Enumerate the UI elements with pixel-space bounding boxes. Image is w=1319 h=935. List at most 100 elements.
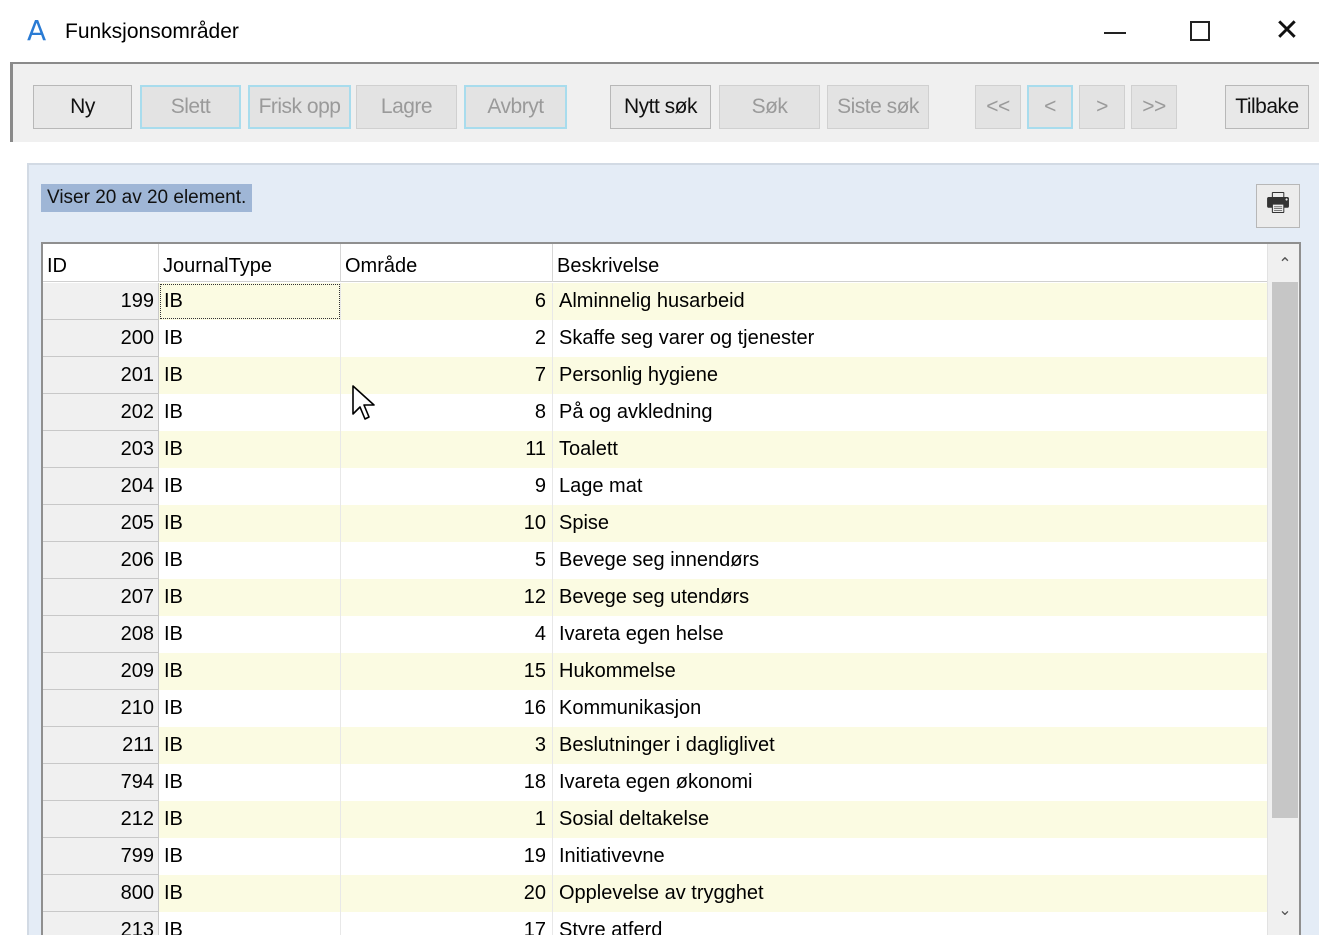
cell-omrade[interactable]: 3 bbox=[341, 727, 553, 764]
table-row[interactable]: 207 IB 12 Bevege seg utendørs bbox=[43, 579, 1267, 616]
delete-button[interactable]: Slett bbox=[140, 85, 241, 129]
cell-id[interactable]: 200 bbox=[43, 320, 159, 357]
cell-beskrivelse[interactable]: Sosial deltakelse bbox=[553, 801, 1267, 838]
cell-omrade[interactable]: 10 bbox=[341, 505, 553, 542]
column-header-id[interactable]: ID bbox=[43, 244, 159, 282]
cell-id[interactable]: 799 bbox=[43, 838, 159, 875]
table-row[interactable]: 800 IB 20 Opplevelse av trygghet bbox=[43, 875, 1267, 912]
cell-omrade[interactable]: 11 bbox=[341, 431, 553, 468]
vertical-scrollbar[interactable]: ⌃ ⌄ bbox=[1267, 244, 1299, 935]
scroll-thumb[interactable] bbox=[1272, 282, 1298, 818]
cell-beskrivelse[interactable]: Toalett bbox=[553, 431, 1267, 468]
new-button[interactable]: Ny bbox=[33, 85, 132, 129]
cell-omrade[interactable]: 1 bbox=[341, 801, 553, 838]
column-header-beskrivelse[interactable]: Beskrivelse bbox=[553, 244, 1267, 282]
cell-journaltype[interactable]: IB bbox=[159, 838, 341, 875]
cell-beskrivelse[interactable]: Lage mat bbox=[553, 468, 1267, 505]
cell-beskrivelse[interactable]: Beslutninger i dagliglivet bbox=[553, 727, 1267, 764]
table-row[interactable]: 208 IB 4 Ivareta egen helse bbox=[43, 616, 1267, 653]
cell-journaltype[interactable]: IB bbox=[159, 468, 341, 505]
cell-journaltype[interactable]: IB bbox=[159, 542, 341, 579]
print-button[interactable]: 🖶 bbox=[1256, 184, 1300, 228]
cell-id[interactable]: 213 bbox=[43, 912, 159, 935]
scroll-up-icon[interactable]: ⌃ bbox=[1268, 246, 1299, 282]
cell-journaltype[interactable]: IB bbox=[159, 283, 341, 320]
table-row[interactable]: 205 IB 10 Spise bbox=[43, 505, 1267, 542]
cell-journaltype[interactable]: IB bbox=[159, 801, 341, 838]
cell-omrade[interactable]: 12 bbox=[341, 579, 553, 616]
cell-id[interactable]: 205 bbox=[43, 505, 159, 542]
save-button[interactable]: Lagre bbox=[356, 85, 457, 129]
cell-journaltype[interactable]: IB bbox=[159, 431, 341, 468]
table-row[interactable]: 799 IB 19 Initiativevne bbox=[43, 838, 1267, 875]
maximize-button[interactable] bbox=[1180, 14, 1220, 48]
cell-beskrivelse[interactable]: Personlig hygiene bbox=[553, 357, 1267, 394]
cell-beskrivelse[interactable]: Styre atferd bbox=[553, 912, 1267, 935]
last-record-button[interactable]: >> bbox=[1131, 85, 1177, 129]
cell-beskrivelse[interactable]: Bevege seg utendørs bbox=[553, 579, 1267, 616]
cell-id[interactable]: 203 bbox=[43, 431, 159, 468]
table-row[interactable]: 210 IB 16 Kommunikasjon bbox=[43, 690, 1267, 727]
close-button[interactable]: ✕ bbox=[1267, 14, 1307, 48]
table-row[interactable]: 213 IB 17 Styre atferd bbox=[43, 912, 1267, 935]
column-header-journaltype[interactable]: JournalType bbox=[159, 244, 341, 282]
cell-omrade[interactable]: 16 bbox=[341, 690, 553, 727]
cell-id[interactable]: 206 bbox=[43, 542, 159, 579]
table-row[interactable]: 200 IB 2 Skaffe seg varer og tjenester bbox=[43, 320, 1267, 357]
cell-beskrivelse[interactable]: Initiativevne bbox=[553, 838, 1267, 875]
search-button[interactable]: Søk bbox=[719, 85, 820, 129]
cell-beskrivelse[interactable]: Opplevelse av trygghet bbox=[553, 875, 1267, 912]
back-button[interactable]: Tilbake bbox=[1225, 85, 1309, 129]
cell-id[interactable]: 210 bbox=[43, 690, 159, 727]
cell-journaltype[interactable]: IB bbox=[159, 394, 341, 431]
refresh-button[interactable]: Frisk opp bbox=[248, 85, 351, 129]
cell-journaltype[interactable]: IB bbox=[159, 912, 341, 935]
cell-beskrivelse[interactable]: På og avkledning bbox=[553, 394, 1267, 431]
column-header-omrade[interactable]: Område bbox=[341, 244, 553, 282]
table-row[interactable]: 204 IB 9 Lage mat bbox=[43, 468, 1267, 505]
cell-id[interactable]: 794 bbox=[43, 764, 159, 801]
cell-journaltype[interactable]: IB bbox=[159, 653, 341, 690]
cell-omrade[interactable]: 15 bbox=[341, 653, 553, 690]
table-row[interactable]: 209 IB 15 Hukommelse bbox=[43, 653, 1267, 690]
cell-journaltype[interactable]: IB bbox=[159, 505, 341, 542]
cell-omrade[interactable]: 4 bbox=[341, 616, 553, 653]
data-grid[interactable]: ID JournalType Område Beskrivelse 199 IB 6… bbox=[41, 242, 1301, 935]
previous-record-button[interactable]: < bbox=[1027, 85, 1073, 129]
cell-id[interactable]: 204 bbox=[43, 468, 159, 505]
table-row[interactable]: 199 IB 6 Alminnelig husarbeid bbox=[43, 283, 1267, 320]
scroll-down-icon[interactable]: ⌄ bbox=[1268, 892, 1299, 928]
cell-omrade[interactable]: 9 bbox=[341, 468, 553, 505]
cell-omrade[interactable]: 19 bbox=[341, 838, 553, 875]
cell-beskrivelse[interactable]: Alminnelig husarbeid bbox=[553, 283, 1267, 320]
next-record-button[interactable]: > bbox=[1079, 85, 1125, 129]
cell-omrade[interactable]: 2 bbox=[341, 320, 553, 357]
cell-journaltype[interactable]: IB bbox=[159, 764, 341, 801]
cell-id[interactable]: 207 bbox=[43, 579, 159, 616]
table-row[interactable]: 202 IB 8 På og avkledning bbox=[43, 394, 1267, 431]
cell-beskrivelse[interactable]: Ivareta egen helse bbox=[553, 616, 1267, 653]
minimize-button[interactable] bbox=[1095, 14, 1135, 48]
cell-id[interactable]: 212 bbox=[43, 801, 159, 838]
cell-omrade[interactable]: 5 bbox=[341, 542, 553, 579]
cell-omrade[interactable]: 17 bbox=[341, 912, 553, 935]
table-row[interactable]: 211 IB 3 Beslutninger i dagliglivet bbox=[43, 727, 1267, 764]
cell-id[interactable]: 208 bbox=[43, 616, 159, 653]
new-search-button[interactable]: Nytt søk bbox=[610, 85, 711, 129]
cell-journaltype[interactable]: IB bbox=[159, 727, 341, 764]
last-search-button[interactable]: Siste søk bbox=[827, 85, 929, 129]
cancel-button[interactable]: Avbryt bbox=[464, 85, 567, 129]
cell-id[interactable]: 211 bbox=[43, 727, 159, 764]
table-row[interactable]: 206 IB 5 Bevege seg innendørs bbox=[43, 542, 1267, 579]
cell-journaltype[interactable]: IB bbox=[159, 320, 341, 357]
cell-journaltype[interactable]: IB bbox=[159, 579, 341, 616]
cell-beskrivelse[interactable]: Bevege seg innendørs bbox=[553, 542, 1267, 579]
cell-beskrivelse[interactable]: Spise bbox=[553, 505, 1267, 542]
cell-id[interactable]: 209 bbox=[43, 653, 159, 690]
table-row[interactable]: 212 IB 1 Sosial deltakelse bbox=[43, 801, 1267, 838]
cell-id[interactable]: 800 bbox=[43, 875, 159, 912]
table-row[interactable]: 794 IB 18 Ivareta egen økonomi bbox=[43, 764, 1267, 801]
cell-omrade[interactable]: 6 bbox=[341, 283, 553, 320]
cell-journaltype[interactable]: IB bbox=[159, 875, 341, 912]
cell-id[interactable]: 199 bbox=[43, 283, 159, 320]
